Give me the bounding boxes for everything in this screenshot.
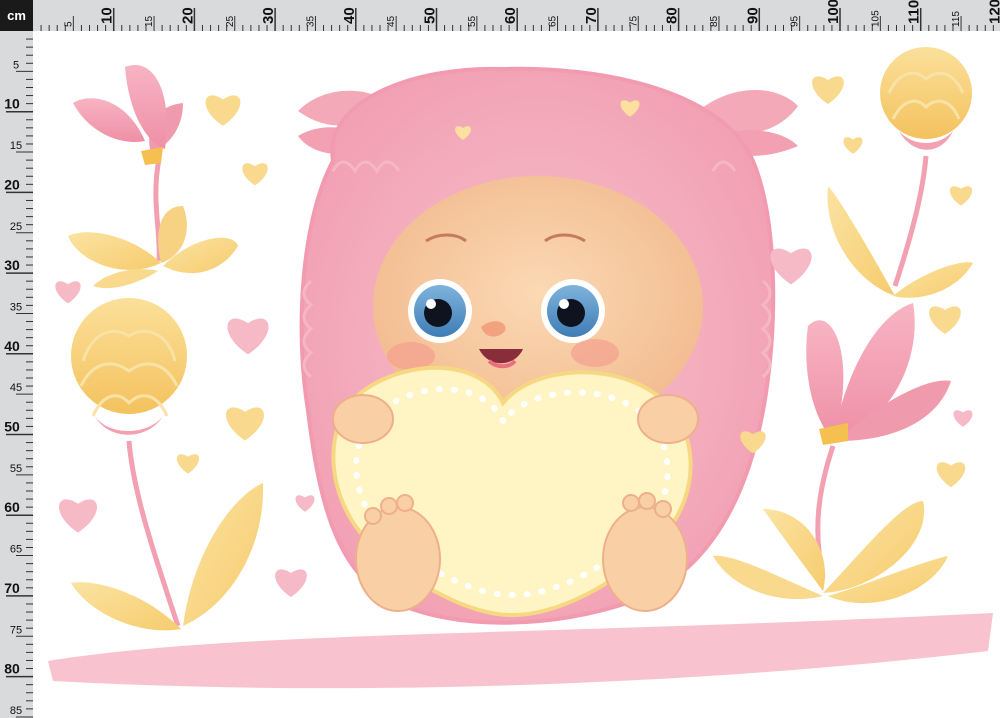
heart-icon: [176, 454, 200, 474]
ruler-label: 55: [10, 463, 22, 475]
yellow-flower-icon: [71, 298, 187, 627]
vertical-ruler: 5 10 15 20 25 30 35 40 45 50 55 60 65 70 75 80 85: [0, 31, 33, 718]
ruler-label: 50: [422, 7, 439, 24]
leaf-icon: [71, 483, 264, 631]
ruler-label: 30: [260, 7, 277, 24]
ruler-label: 100: [825, 0, 842, 24]
ruler-label: 75: [10, 624, 22, 636]
ruler-label: 55: [467, 15, 478, 27]
leaf-icon: [713, 501, 948, 604]
illustration: [48, 47, 993, 689]
ruler-label: 25: [10, 221, 22, 233]
ruler-unit-label: cm: [0, 0, 33, 31]
ruler-label: 35: [10, 301, 22, 313]
ruler-label: 90: [744, 7, 761, 24]
ruler-label: 115: [951, 11, 962, 27]
ruler-label: 10: [4, 96, 20, 112]
ruler-label: 70: [4, 580, 20, 596]
ruler-label: 15: [144, 15, 155, 27]
heart-icon: [949, 186, 973, 206]
leaf-icon: [68, 206, 238, 289]
ruler-label: 70: [583, 7, 600, 24]
ruler-label: 95: [790, 15, 801, 27]
heart-icon: [936, 462, 966, 488]
ruler-label: 20: [179, 7, 196, 24]
ruler-label: 45: [10, 382, 22, 394]
heart-icon: [59, 499, 97, 533]
ruler-label: 80: [664, 7, 681, 24]
ruler-label: 10: [99, 7, 116, 24]
ruler-label: 30: [4, 257, 20, 273]
ruler-label: 65: [10, 544, 22, 556]
ruler-label: 80: [4, 661, 20, 677]
ruler-label: 20: [4, 176, 20, 192]
fabric-print-canvas: [33, 31, 1000, 718]
ruler-label: 75: [628, 15, 639, 27]
ruler-label: 35: [305, 15, 316, 27]
ruler-label: 40: [4, 338, 20, 354]
ruler-label: 15: [10, 140, 22, 152]
leaf-icon: [827, 186, 973, 298]
heart-icon: [770, 248, 812, 285]
heart-icon: [242, 163, 268, 186]
ruler-label: 85: [709, 15, 720, 27]
heart-icon: [275, 569, 307, 597]
horizontal-ruler: 5 10 15 20 25 30 35 40 45 50 55 60 65 70 75 80 85 90 95 100…: [33, 0, 1000, 31]
heart-icon: [843, 137, 863, 154]
hedgehog-icon: [298, 66, 798, 625]
heart-icon: [227, 318, 269, 355]
ruler-label: 65: [548, 15, 559, 27]
ruler-label: 25: [225, 15, 236, 27]
yellow-flower-icon: [880, 47, 972, 287]
heart-icon: [55, 281, 81, 304]
heart-icon: [226, 407, 264, 441]
ruler-label: 5: [63, 21, 74, 27]
ruler-label: 110: [906, 0, 923, 24]
ruler-label: 60: [4, 499, 20, 515]
ruler-label: 5: [13, 59, 19, 71]
ruler-label: 60: [502, 7, 519, 24]
ruler-label: 85: [10, 705, 22, 717]
ruler-label: 105: [870, 10, 881, 27]
heart-icon: [929, 306, 961, 334]
heart-icon: [295, 495, 315, 512]
heart-icon: [205, 95, 241, 126]
ruler-label: 45: [386, 15, 397, 27]
ruler-label: 120: [986, 0, 1000, 24]
heart-icon: [953, 410, 973, 427]
ruler-label: 50: [4, 419, 20, 435]
ruler-label: 40: [341, 7, 358, 24]
heart-icon: [812, 76, 844, 104]
